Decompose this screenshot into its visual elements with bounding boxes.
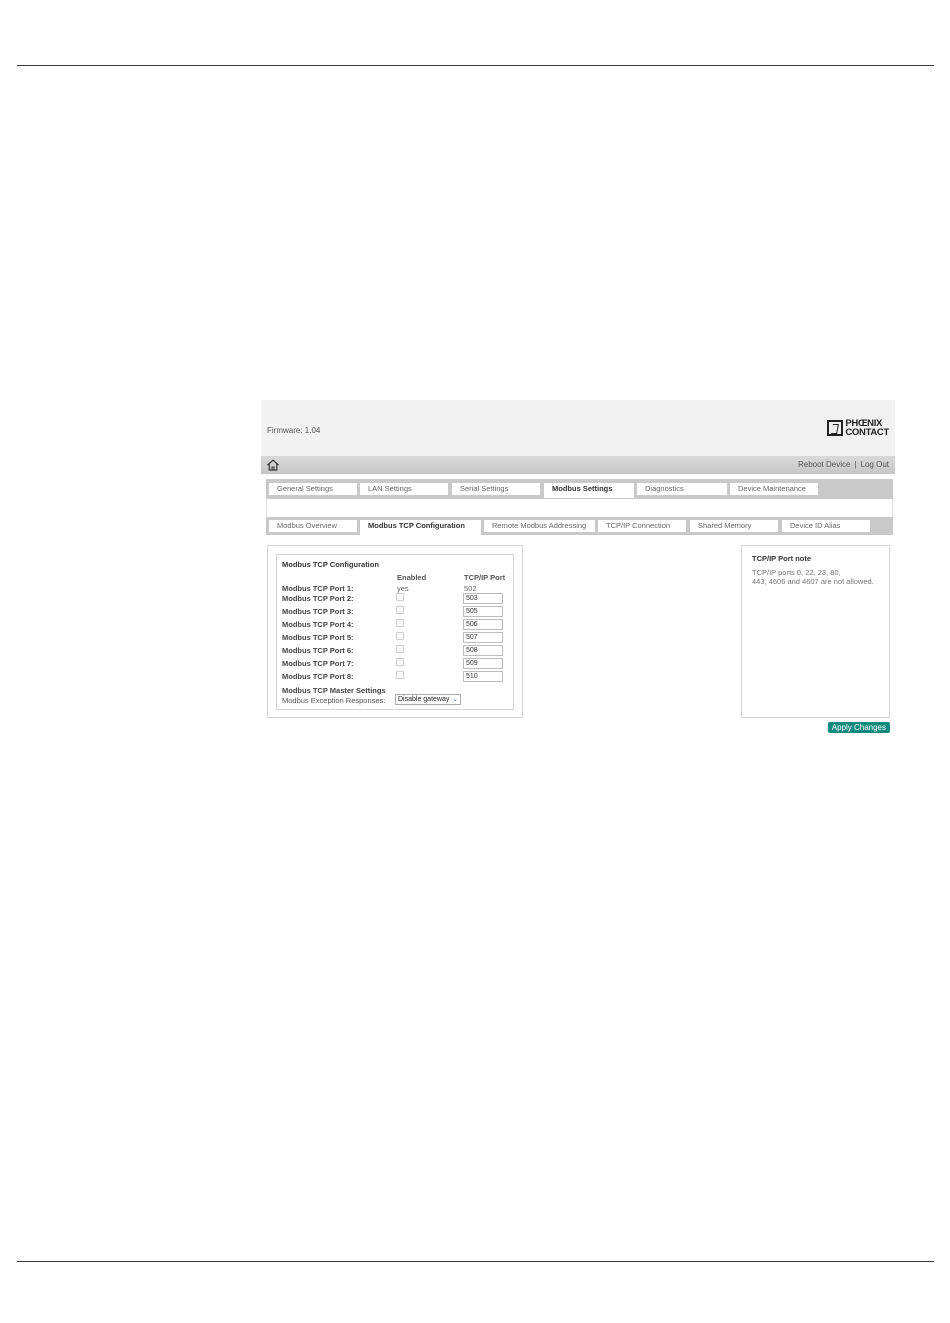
apply-changes-button[interactable]: Apply Changes [827,722,890,733]
port-label: Modbus TCP Port 6: [282,646,354,655]
master-settings-title: Modbus TCP Master Settings [282,686,386,695]
port-label: Modbus TCP Port 3: [282,607,354,616]
port-enabled-checkbox[interactable] [396,671,404,679]
subtab-modbus-overview[interactable]: Modbus Overview [269,520,357,532]
port-row-5: Modbus TCP Port 5: 507 [282,632,512,644]
tab-device-maintenance[interactable]: Device Maintenance [730,483,818,495]
top-toolbar: Reboot Device | Log Out [261,456,895,474]
web-ui-screenshot: Firmware: 1.04 PHŒNIX CONTACT Reboot Dev… [261,400,895,738]
port-number-input[interactable]: 507 [463,632,503,643]
port-label: Modbus TCP Port 4: [282,620,354,629]
port-enabled-checkbox[interactable] [396,632,404,640]
note-panel: TCP/IP Port note TCP/IP ports 0, 22, 23,… [741,545,890,718]
config-panel: Modbus TCP Configuration Enabled TCP/IP … [267,545,523,718]
subtab-device-id-alias[interactable]: Device ID Alias [782,520,870,532]
tab-lan-settings[interactable]: LAN Settings [360,483,448,495]
header-bar: Firmware: 1.04 PHŒNIX CONTACT [261,400,895,456]
tab-diagnostics[interactable]: Diagnostics [637,483,727,495]
port-enabled-checkbox[interactable] [396,658,404,666]
port-label: Modbus TCP Port 1: [282,584,354,593]
main-tab-bar: General Settings LAN Settings Serial Set… [266,479,893,499]
exception-responses-select[interactable]: Disable gateway ⌄ [395,694,461,705]
port-column-header: TCP/IP Port [464,573,506,582]
logo-line2: CONTACT [845,427,889,438]
subtab-tcpip-connection[interactable]: TCP/IP Connection [598,520,686,532]
port-enabled-checkbox[interactable] [396,593,404,601]
port-number-input[interactable]: 503 [463,593,503,604]
port-enabled-checkbox[interactable] [396,619,404,627]
subtab-shared-memory[interactable]: Shared Memory [690,520,778,532]
note-line-2: 443, 4606 and 4607 are not allowed. [752,577,874,586]
config-title: Modbus TCP Configuration [282,560,379,569]
sub-tab-bar: Modbus Overview Modbus TCP Configuration… [266,517,893,535]
port-row-3: Modbus TCP Port 3: 505 [282,606,512,618]
port-row-6: Modbus TCP Port 6: 508 [282,645,512,657]
port-label: Modbus TCP Port 2: [282,594,354,603]
subtab-remote-modbus-addressing[interactable]: Remote Modbus Addressing [484,520,595,532]
port-number-input[interactable]: 508 [463,645,503,656]
note-line-1: TCP/IP ports 0, 22, 23, 80, [752,568,841,577]
exception-responses-label: Modbus Exception Responses: [282,696,386,705]
port-row-8: Modbus TCP Port 8: 510 [282,671,512,683]
port-enabled-text: yes [397,584,409,593]
port-enabled-checkbox[interactable] [396,645,404,653]
tab-serial-settings[interactable]: Serial Settings [452,483,540,495]
port-value-text: 502 [464,584,477,593]
port-enabled-checkbox[interactable] [396,606,404,614]
chevron-down-icon: ⌄ [452,696,458,703]
reboot-device-link[interactable]: Reboot Device [798,460,850,469]
page-bottom-rule [17,1261,934,1262]
select-value: Disable gateway [398,696,450,703]
tab-spacer [266,499,893,517]
port-label: Modbus TCP Port 8: [282,672,354,681]
home-icon[interactable] [266,459,280,471]
port-label: Modbus TCP Port 5: [282,633,354,642]
note-text: TCP/IP ports 0, 22, 23, 80, 443, 4606 an… [752,568,887,586]
port-number-input[interactable]: 505 [463,606,503,617]
tab-modbus-settings[interactable]: Modbus Settings [544,483,634,498]
page-top-rule [17,65,934,66]
subtab-modbus-tcp-configuration[interactable]: Modbus TCP Configuration [360,520,481,535]
log-out-link[interactable]: Log Out [861,460,889,469]
firmware-version: Firmware: 1.04 [267,426,321,435]
phoenix-contact-logo: PHŒNIX CONTACT [827,418,889,438]
note-title: TCP/IP Port note [752,554,812,563]
modbus-tcp-config-fieldset: Modbus TCP Configuration Enabled TCP/IP … [276,554,514,710]
port-number-input[interactable]: 509 [463,658,503,669]
logo-icon [827,420,844,436]
top-links: Reboot Device | Log Out [798,460,889,469]
tab-general-settings[interactable]: General Settings [269,483,357,495]
port-row-4: Modbus TCP Port 4: 506 [282,619,512,631]
port-label: Modbus TCP Port 7: [282,659,354,668]
port-row-2: Modbus TCP Port 2: 503 [282,593,512,605]
enabled-column-header: Enabled [397,573,427,582]
link-separator: | [854,460,857,469]
port-row-7: Modbus TCP Port 7: 509 [282,658,512,670]
port-number-input[interactable]: 506 [463,619,503,630]
port-number-input[interactable]: 510 [463,671,503,682]
